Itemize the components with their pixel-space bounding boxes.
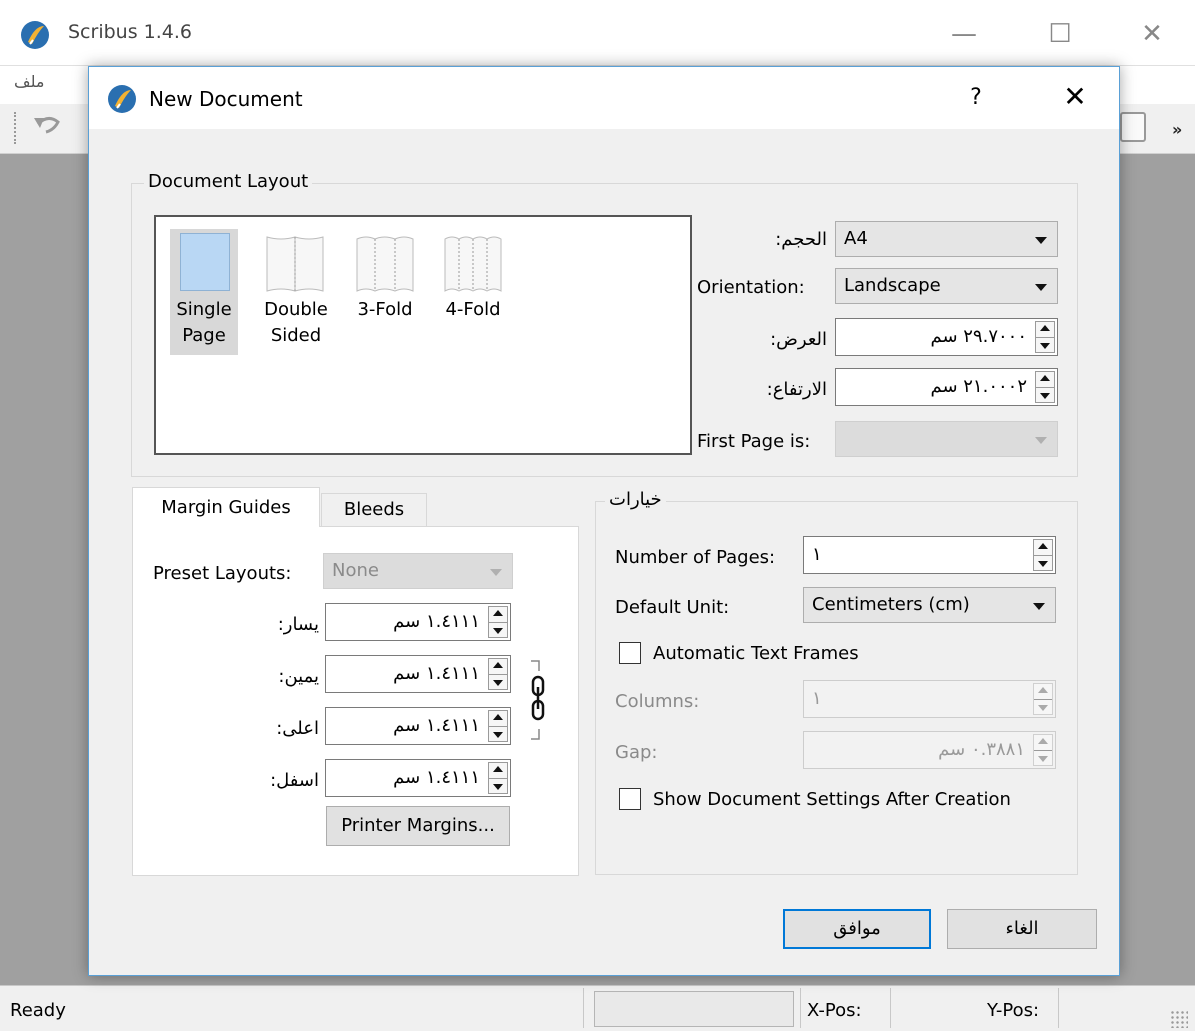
scribus-logo-icon xyxy=(21,21,49,49)
spin-arrows-icon[interactable] xyxy=(1033,539,1053,571)
app-title: Scribus 1.4.6 xyxy=(68,21,192,43)
show-settings-checkbox[interactable] xyxy=(619,788,641,810)
status-zoom-box xyxy=(594,991,794,1027)
automatic-text-frames-checkbox[interactable] xyxy=(619,642,641,664)
preset-layouts-select[interactable]: None xyxy=(323,553,513,589)
tab-margin-guides[interactable]: Margin Guides xyxy=(132,487,320,527)
dialog-close-button[interactable]: ✕ xyxy=(1057,79,1093,115)
close-app-button[interactable]: ✕ xyxy=(1132,14,1172,54)
width-label: العرض: xyxy=(770,329,827,350)
status-xpos-label: X-Pos: xyxy=(807,1000,862,1021)
top-margin-spinbox[interactable]: ١.٤١١١ سم xyxy=(325,707,511,745)
layout-label: 3-Fold xyxy=(357,299,413,320)
dialog-titlebar: New Document ? ✕ xyxy=(89,67,1119,129)
height-spinbox[interactable]: ٢١.٠٠٠٢ سم xyxy=(835,368,1058,406)
gap-label: Gap: xyxy=(615,742,658,763)
bottom-margin-spinbox[interactable]: ١.٤١١١ سم xyxy=(325,759,511,797)
preset-layouts-label: Preset Layouts: xyxy=(153,563,292,584)
spin-arrows-icon[interactable] xyxy=(488,606,508,638)
spin-arrows-icon[interactable] xyxy=(1035,321,1055,353)
chevron-down-icon xyxy=(1035,437,1047,444)
chevron-down-icon xyxy=(1035,284,1047,291)
help-button[interactable]: ? xyxy=(961,81,991,115)
status-separator xyxy=(890,988,891,1028)
new-document-dialog: New Document ? ✕ Document Layout Single … xyxy=(88,66,1120,976)
chevron-down-icon xyxy=(490,569,502,576)
resize-grip-icon[interactable] xyxy=(1170,1010,1188,1028)
layout-3-fold[interactable]: 3-Fold xyxy=(350,229,420,355)
maximize-button[interactable]: ☐ xyxy=(1040,14,1080,54)
height-label: الارتفاع: xyxy=(766,379,827,400)
spin-arrows-icon[interactable] xyxy=(488,658,508,690)
four-fold-icon xyxy=(444,236,502,292)
chevron-down-icon xyxy=(1035,237,1047,244)
options-legend: خيارات xyxy=(605,489,666,510)
top-margin-label: اعلى: xyxy=(276,718,319,739)
gap-spinbox[interactable]: ٠.٣٨٨١ سم xyxy=(803,731,1056,769)
single-page-icon xyxy=(180,233,230,291)
undo-arrow-icon xyxy=(34,117,60,134)
document-layout-legend: Document Layout xyxy=(144,171,313,192)
show-settings-label[interactable]: Show Document Settings After Creation xyxy=(653,789,1011,810)
app-titlebar: Scribus 1.4.6 — ☐ ✕ xyxy=(0,0,1195,66)
cancel-button[interactable]: الغاء xyxy=(947,909,1097,949)
tab-bleeds[interactable]: Bleeds xyxy=(321,493,427,527)
scribus-logo-icon xyxy=(108,85,136,113)
dialog-title: New Document xyxy=(149,87,303,111)
spin-arrows-icon[interactable] xyxy=(1035,371,1055,403)
number-of-pages-spinbox[interactable]: ١ xyxy=(803,536,1056,574)
right-margin-label: يمين: xyxy=(278,666,319,687)
left-margin-spinbox[interactable]: ١.٤١١١ سم xyxy=(325,603,511,641)
spin-arrows-icon[interactable] xyxy=(1033,683,1053,715)
first-page-select[interactable] xyxy=(835,421,1058,457)
printer-margins-button[interactable]: Printer Margins... xyxy=(326,806,510,846)
status-separator xyxy=(1058,988,1059,1028)
status-separator xyxy=(800,988,801,1028)
first-page-label: First Page is: xyxy=(697,431,811,452)
automatic-text-frames-label[interactable]: Automatic Text Frames xyxy=(653,643,859,664)
page-size-select[interactable]: A4 xyxy=(835,221,1058,257)
number-of-pages-label: Number of Pages: xyxy=(615,547,776,568)
layout-label: Single Page xyxy=(176,299,232,346)
default-unit-label: Default Unit: xyxy=(615,597,730,618)
columns-spinbox[interactable]: ١ xyxy=(803,680,1056,718)
spin-arrows-icon[interactable] xyxy=(488,710,508,742)
undo-icon[interactable] xyxy=(32,110,72,146)
status-ypos-label: Y-Pos: xyxy=(987,1000,1040,1021)
layout-4-fold[interactable]: 4-Fold xyxy=(438,229,508,355)
bottom-margin-label: اسفل: xyxy=(270,770,319,791)
layout-label: 4-Fold xyxy=(445,299,501,320)
three-fold-icon xyxy=(356,236,414,292)
status-ready: Ready xyxy=(10,1000,66,1021)
columns-label: Columns: xyxy=(615,691,700,712)
spin-arrows-icon[interactable] xyxy=(1033,734,1053,766)
status-separator xyxy=(583,988,584,1028)
toolbar-grip[interactable] xyxy=(14,112,18,144)
toolbar-page-icon[interactable] xyxy=(1120,112,1146,142)
spin-arrows-icon[interactable] xyxy=(488,762,508,794)
double-sided-icon xyxy=(266,236,324,292)
ok-button[interactable]: موافق xyxy=(783,909,931,949)
menu-file[interactable]: ملف xyxy=(14,72,44,91)
chevron-down-icon xyxy=(1033,603,1045,610)
link-margins-chain-icon[interactable] xyxy=(529,657,559,743)
layout-label: Double Sided xyxy=(264,299,328,346)
orientation-select[interactable]: Landscape xyxy=(835,268,1058,304)
width-spinbox[interactable]: ٢٩.٧٠٠٠ سم xyxy=(835,318,1058,356)
default-unit-select[interactable]: Centimeters (cm) xyxy=(803,587,1056,623)
toolbar-more-button[interactable]: » xyxy=(1172,120,1182,139)
minimize-button[interactable]: — xyxy=(944,14,984,54)
layout-double-sided[interactable]: Double Sided xyxy=(256,229,336,355)
left-margin-label: يسار: xyxy=(277,614,319,635)
layout-chooser: Single Page Double Sided 3-Fold 4-Fold xyxy=(154,215,692,455)
size-label: الحجم: xyxy=(775,229,827,250)
right-margin-spinbox[interactable]: ١.٤١١١ سم xyxy=(325,655,511,693)
orientation-label: Orientation: xyxy=(697,277,805,298)
layout-single-page[interactable]: Single Page xyxy=(170,229,238,355)
